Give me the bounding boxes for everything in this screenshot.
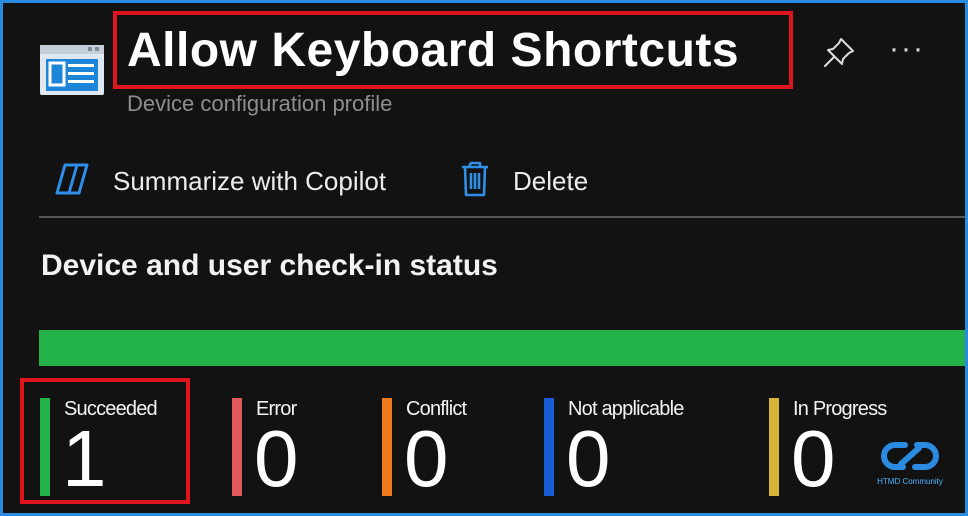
pin-icon[interactable]: [821, 35, 857, 71]
delete-label: Delete: [513, 165, 589, 196]
status-error-bar: [232, 398, 242, 496]
trash-icon: [459, 160, 491, 203]
htmd-logo-icon: [881, 442, 939, 470]
profile-window-icon: [39, 43, 105, 97]
status-in-progress-count: 0: [791, 414, 836, 503]
status-error-count: 0: [254, 414, 299, 503]
status-conflict-bar: [382, 398, 392, 496]
status-in-progress-bar: [769, 398, 779, 496]
summarize-copilot-label: Summarize with Copilot: [113, 165, 387, 196]
delete-button[interactable]: Delete: [459, 159, 588, 203]
app-window: Allow Keyboard Shortcuts ··· Device conf…: [0, 0, 968, 516]
copilot-icon: [53, 161, 93, 202]
checkin-progress-bar: [39, 330, 965, 366]
page-subtitle: Device configuration profile: [127, 91, 393, 116]
page-title: Allow Keyboard Shortcuts: [127, 24, 740, 77]
status-conflict-count: 0: [404, 414, 449, 503]
succeeded-highlight-box: [20, 378, 190, 504]
status-not-applicable-count: 0: [566, 414, 611, 503]
summarize-copilot-button[interactable]: Summarize with Copilot: [53, 159, 386, 203]
toolbar-divider: [39, 216, 965, 218]
more-ellipsis-icon[interactable]: ···: [889, 34, 929, 64]
htmd-logo-watermark: HTMD Community: [871, 437, 949, 493]
watermark-text: HTMD Community: [877, 477, 943, 486]
status-not-applicable-bar: [544, 398, 554, 496]
section-title: Device and user check-in status: [41, 249, 498, 282]
checkin-progress-fill: [39, 330, 965, 366]
